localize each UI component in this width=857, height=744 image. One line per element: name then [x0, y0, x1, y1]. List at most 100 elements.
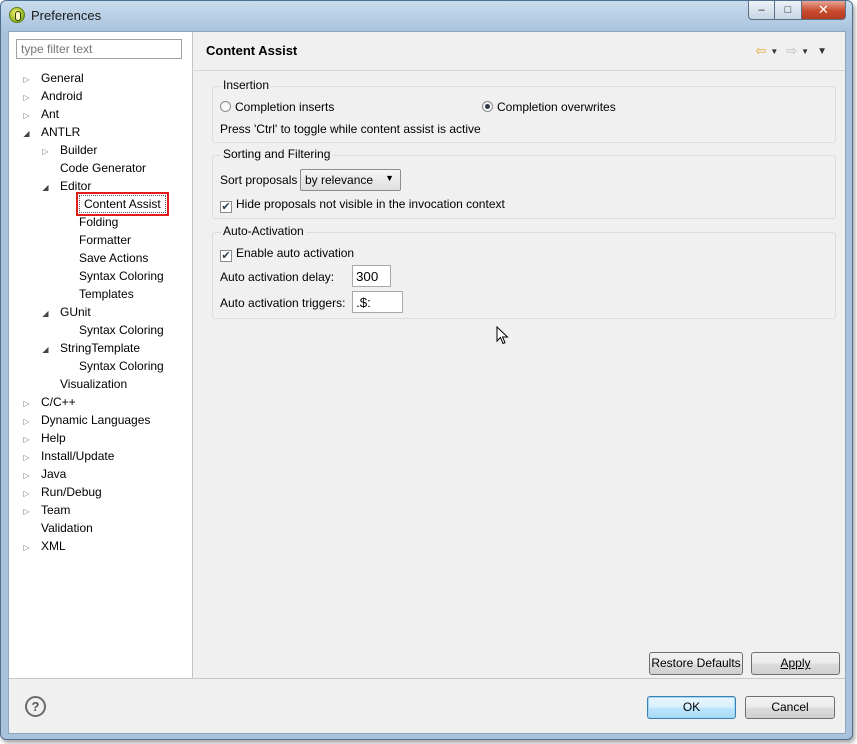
tree-item-label: C/C++ [41, 395, 76, 409]
tree-item[interactable]: ◢ GUnit [40, 303, 91, 323]
back-dropdown-icon[interactable]: ▼ [770, 47, 778, 56]
enable-auto-activation-label: Enable auto activation [236, 246, 355, 260]
tree-item[interactable]: Syntax Coloring [59, 321, 164, 339]
collapse-arrow-icon[interactable]: ◢ [40, 179, 51, 197]
tree-item[interactable]: Validation [21, 519, 93, 537]
back-arrow-icon[interactable]: ⇦ [755, 43, 766, 59]
tree-item-label: Validation [41, 521, 93, 535]
tree-item[interactable]: ▷ C/C++ [21, 393, 76, 411]
tree-item-label: Formatter [79, 233, 132, 247]
tree-item[interactable]: ◢ StringTemplate [40, 339, 140, 357]
tree-item-label: GUnit [60, 305, 91, 319]
ok-label: OK [682, 700, 701, 714]
chevron-down-icon: ▼ [385, 173, 394, 183]
insertion-group-label: Insertion [221, 78, 272, 92]
tree-item-label: StringTemplate [60, 341, 141, 355]
tree-item[interactable]: Code Generator [40, 159, 146, 177]
tree-item-label: Android [41, 89, 83, 103]
tree-item-label: XML [41, 539, 66, 553]
tree-item[interactable]: Formatter [59, 231, 131, 249]
maximize-icon: □ [784, 4, 792, 16]
auto-activation-delay-label: Auto activation delay: [220, 270, 335, 284]
tree-item[interactable]: ▷ General [21, 69, 83, 87]
forward-dropdown-icon[interactable]: ▼ [801, 47, 809, 56]
close-icon: ✕ [818, 2, 829, 17]
preferences-window: Preferences – □ ✕ ▷General▷Android▷Ant◢A… [0, 0, 853, 740]
tree-item[interactable]: Content Assist [59, 192, 169, 216]
tree-item[interactable]: ▷ Android [21, 87, 82, 105]
tree-item[interactable]: ◢ ANTLR [21, 123, 80, 141]
sorting-group-label: Sorting and Filtering [221, 147, 333, 161]
sort-proposals-value: by relevance [305, 173, 374, 187]
tree-item[interactable]: Folding [59, 213, 118, 231]
window-title: Preferences [31, 8, 102, 23]
tree-item[interactable]: Visualization [40, 375, 127, 393]
close-button[interactable]: ✕ [802, 1, 846, 20]
tree-item[interactable]: Templates [59, 285, 134, 303]
tree-item[interactable]: ▷ Team [21, 501, 70, 519]
collapse-arrow-icon[interactable]: ◢ [40, 341, 51, 359]
completion-inserts-label: Completion inserts [235, 100, 335, 114]
tree-item[interactable]: ▷ Dynamic Languages [21, 411, 150, 429]
checkbox-checked-icon: ✔ [220, 201, 232, 213]
collapse-arrow-icon[interactable]: ◢ [21, 125, 32, 143]
auto-activation-group: Auto-Activation ✔ Enable auto activation … [212, 224, 836, 319]
help-icon[interactable]: ? [25, 696, 46, 717]
view-menu-icon[interactable]: ▼ [817, 46, 827, 57]
tree-item-label-selected: Content Assist [76, 192, 169, 216]
tree-item[interactable]: ▷ XML [21, 537, 66, 557]
eclipse-app-icon [9, 7, 25, 23]
insertion-hint: Press 'Ctrl' to toggle while content ass… [220, 122, 481, 136]
ok-button[interactable]: OK [647, 696, 736, 719]
collapse-arrow-icon[interactable]: ◢ [40, 305, 51, 323]
tree-item-label: ANTLR [41, 125, 81, 139]
insertion-group: Insertion Completion inserts Completion … [212, 78, 836, 143]
tree-item-label: Editor [60, 179, 92, 193]
expand-arrow-icon[interactable]: ▷ [21, 539, 32, 557]
completion-overwrites-radio[interactable]: Completion overwrites [482, 100, 616, 114]
cancel-button[interactable]: Cancel [745, 696, 835, 719]
tree-item-label: Install/Update [41, 449, 115, 463]
tree-item[interactable]: ◢ Editor [40, 177, 91, 195]
cancel-label: Cancel [771, 700, 809, 714]
tree-item-label: Folding [79, 215, 119, 229]
dialog-client-area: ▷General▷Android▷Ant◢ANTLR▷BuilderCode G… [8, 31, 846, 734]
tree-item-label: Syntax Coloring [79, 323, 164, 337]
filter-input[interactable] [16, 39, 182, 59]
tree-item[interactable]: Save Actions [59, 249, 148, 267]
tree-item-label: Builder [60, 143, 98, 157]
tree-item[interactable]: ▷ Java [21, 465, 66, 483]
tree-item-label: Java [41, 467, 67, 481]
radio-selected-icon [482, 101, 493, 112]
preferences-tree-panel: ▷General▷Android▷Ant◢ANTLR▷BuilderCode G… [9, 32, 193, 678]
minimize-icon: – [758, 4, 765, 16]
forward-arrow-icon[interactable]: ⇨ [786, 43, 797, 59]
tree-item-label: Visualization [60, 377, 128, 391]
tree-item[interactable]: ▷ Help [21, 429, 65, 447]
sort-proposals-combo[interactable]: by relevance ▼ [300, 169, 401, 191]
button-bar-separator [9, 678, 845, 679]
minimize-button[interactable]: – [748, 1, 775, 20]
enable-auto-activation-checkbox[interactable]: ✔ Enable auto activation [220, 246, 354, 262]
hide-proposals-checkbox[interactable]: ✔ Hide proposals not visible in the invoc… [220, 197, 505, 213]
tree-item[interactable]: Syntax Coloring [59, 267, 164, 285]
radio-unselected-icon [220, 101, 231, 112]
completion-overwrites-label: Completion overwrites [497, 100, 616, 114]
auto-activation-triggers-input[interactable] [352, 291, 403, 313]
tree-item[interactable]: ▷ Builder [40, 141, 97, 159]
completion-inserts-radio[interactable]: Completion inserts [220, 100, 334, 114]
tree-item-label: Syntax Coloring [79, 269, 164, 283]
restore-defaults-button[interactable]: Restore Defaults [649, 652, 743, 675]
maximize-button[interactable]: □ [775, 1, 802, 20]
auto-activation-delay-input[interactable] [352, 265, 391, 287]
tree-item[interactable]: ▷ Run/Debug [21, 483, 101, 501]
auto-activation-triggers-label: Auto activation triggers: [220, 296, 346, 310]
page-title: Content Assist [206, 43, 298, 58]
apply-button[interactable]: Apply [751, 652, 840, 675]
tree-item[interactable]: ▷ Ant [21, 105, 59, 123]
tree-item[interactable]: Syntax Coloring [59, 357, 164, 375]
title-bar[interactable]: Preferences – □ ✕ [1, 1, 852, 31]
tree-item-label: Ant [41, 107, 60, 121]
tree-item-label: Syntax Coloring [79, 359, 164, 373]
tree-item[interactable]: ▷ Install/Update [21, 447, 114, 465]
